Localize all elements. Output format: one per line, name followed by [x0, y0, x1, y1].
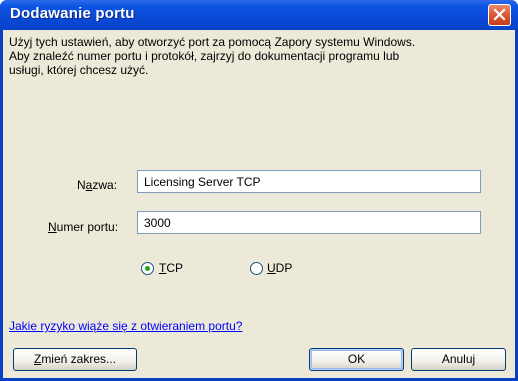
radio-selected-dot	[145, 266, 150, 271]
cancel-button[interactable]: Anuluj	[411, 348, 506, 371]
tcp-radio-label[interactable]: TCP	[159, 261, 183, 275]
port-number-label: Numer portu:	[48, 220, 119, 234]
description-line: usługi, której chcesz użyć.	[9, 63, 149, 77]
description-line: Aby znaleźć numer portu i protokół, zajr…	[9, 49, 400, 63]
dialog-title: Dodawanie portu	[10, 5, 135, 22]
port-number-input[interactable]: 3000	[137, 211, 481, 234]
tcp-radio[interactable]	[141, 262, 154, 275]
description-line: Użyj tych ustawień, aby otworzyć port za…	[9, 35, 416, 49]
close-button[interactable]	[488, 4, 511, 26]
port-risk-link[interactable]: Jakie ryzyko wiąże się z otwieraniem por…	[9, 319, 242, 333]
udp-radio-label[interactable]: UDP	[267, 261, 292, 275]
description-text: Użyj tych ustawień, aby otworzyć port za…	[9, 35, 439, 77]
ok-button[interactable]: OK	[309, 348, 404, 371]
name-input[interactable]: Licensing Server TCP	[137, 170, 481, 193]
add-port-dialog: Dodawanie portu Użyj tych ustawień, aby …	[0, 0, 518, 381]
name-label: Nazwa:	[77, 178, 118, 192]
title-bar[interactable]: Dodawanie portu	[0, 0, 518, 30]
change-scope-button[interactable]: Zmień zakres...	[13, 348, 137, 371]
udp-radio[interactable]	[250, 262, 263, 275]
